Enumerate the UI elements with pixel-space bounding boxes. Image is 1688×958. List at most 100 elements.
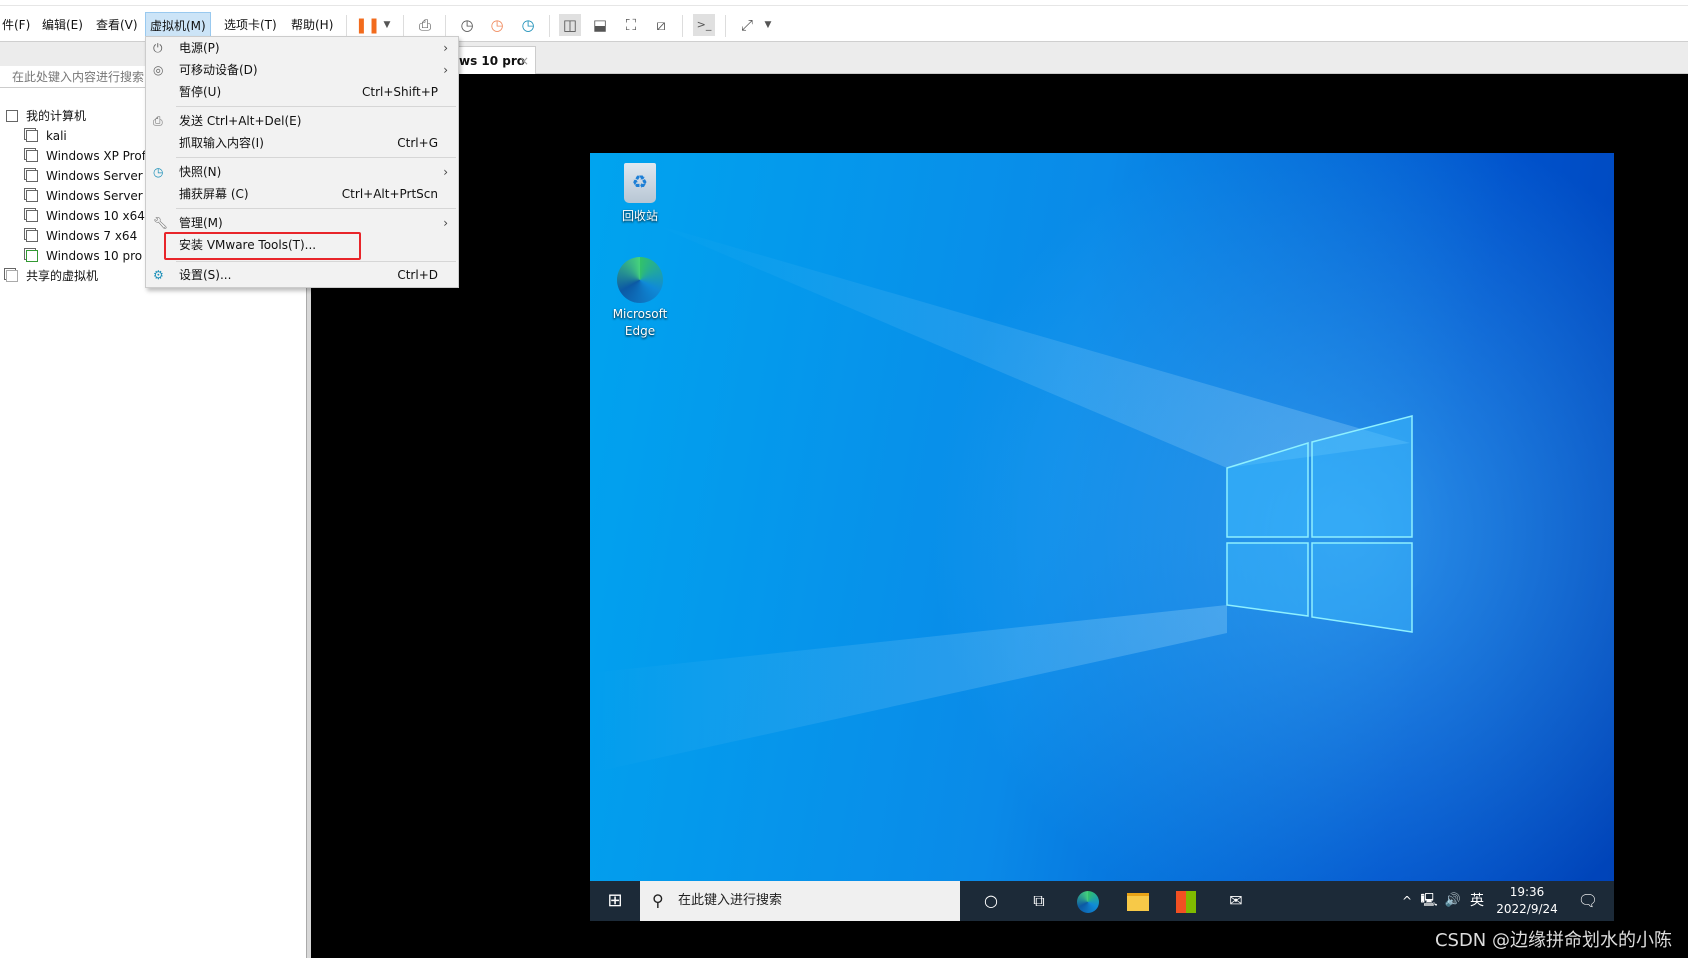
tree-label: 共享的虚拟机 xyxy=(26,269,99,283)
tree-my-computer[interactable]: 我的计算机 xyxy=(6,106,86,126)
menu-item-label: 暂停(U) xyxy=(179,85,222,99)
tree-shared-vms[interactable]: 共享的虚拟机 xyxy=(6,266,98,286)
menu-item-shortcut: Ctrl+Alt+PrtScn xyxy=(341,187,438,201)
stretch-icon[interactable]: ⤢ xyxy=(736,14,758,36)
tree-label: Windows Server 2 xyxy=(46,189,155,203)
tree-label: Windows Server 2 xyxy=(46,169,155,183)
action-center-icon[interactable]: 🗨 xyxy=(1570,881,1606,921)
menu-help[interactable]: 帮助(H) xyxy=(287,12,337,38)
menu-item-label: 电源(P) xyxy=(179,41,220,55)
settings-icon: ⚙ xyxy=(153,268,164,282)
vm-icon xyxy=(26,130,38,142)
shared-vm-icon xyxy=(6,270,18,282)
menu-item-label: 管理(M) xyxy=(179,216,223,230)
snapshot-icon: ◷ xyxy=(153,165,164,179)
dropdown-icon[interactable]: ▼ xyxy=(376,14,398,36)
desktop-icon-recycle-bin[interactable]: ♻ 回收站 xyxy=(602,163,678,224)
power-icon: ⏻ xyxy=(153,41,163,55)
cortana-icon[interactable]: ○ xyxy=(970,881,1012,921)
tree-vm-running[interactable]: Windows 10 pro xyxy=(26,246,142,266)
menu-item-manage[interactable]: 🔧︎ 管理(M) › xyxy=(146,212,458,234)
tree-vm[interactable]: Windows 10 x64 xyxy=(26,206,145,226)
windows-start-icon[interactable]: ⊞ xyxy=(590,881,640,921)
menu-item-pause[interactable]: 暂停(U) Ctrl+Shift+P xyxy=(146,81,458,103)
snapshot-icon[interactable]: ◷ xyxy=(456,14,478,36)
menu-file[interactable]: 件(F) xyxy=(0,12,34,38)
edge-taskbar-icon[interactable] xyxy=(1066,881,1110,921)
pause-icon[interactable]: ❚❚ xyxy=(355,14,380,36)
task-view-icon[interactable]: ⧉ xyxy=(1018,881,1060,921)
submenu-arrow-icon: › xyxy=(443,41,448,55)
clock-time: 19:36 xyxy=(1509,885,1545,899)
taskbar-search-input[interactable]: ⚲ 在此键入进行搜索 xyxy=(640,881,960,921)
vm-icon xyxy=(26,190,38,202)
console-icon[interactable]: >_ xyxy=(693,14,715,36)
vm-icon xyxy=(26,210,38,222)
menu-item-removable-devices[interactable]: ◎ 可移动设备(D) › xyxy=(146,59,458,81)
wallpaper xyxy=(590,153,1614,881)
clock-date: 2022/9/24 xyxy=(1496,902,1558,916)
wrench-icon: 🔧︎ xyxy=(153,216,169,230)
menu-item-power[interactable]: ⏻ 电源(P) › xyxy=(146,37,458,59)
highlight-box xyxy=(164,232,361,260)
snapshot-manager-icon[interactable]: ◷ xyxy=(517,14,539,36)
desktop-icon-edge[interactable]: Microsoft Edge xyxy=(602,257,678,340)
menu-item-label: 捕获屏幕 (C) xyxy=(179,187,249,201)
menu-item-send-ctrl-alt-del[interactable]: ⎙ 发送 Ctrl+Alt+Del(E) xyxy=(146,110,458,132)
network-icon[interactable]: 🖳 xyxy=(1418,881,1440,921)
tree-label: 我的计算机 xyxy=(26,109,87,123)
menu-view[interactable]: 查看(V) xyxy=(92,12,142,38)
removable-device-icon: ◎ xyxy=(153,63,164,77)
unity-icon[interactable]: ⧄ xyxy=(650,14,672,36)
menu-edit[interactable]: 编辑(E) xyxy=(38,12,87,38)
revert-snapshot-icon[interactable]: ◷ xyxy=(486,14,508,36)
tree-vm[interactable]: kali xyxy=(26,126,67,146)
menu-item-label: 可移动设备(D) xyxy=(179,63,258,77)
tab-windows-10-pro[interactable]: ws 10 pro × xyxy=(452,46,536,74)
tab-label: ws 10 pro xyxy=(459,54,526,68)
menu-item-label: 发送 Ctrl+Alt+Del(E) xyxy=(179,114,302,128)
clock[interactable]: 19:36 2022/9/24 xyxy=(1492,881,1562,921)
sidebar-view-icon[interactable]: ◫ xyxy=(559,14,581,36)
store-icon[interactable] xyxy=(1164,881,1208,921)
menu-item-label: 设置(S)... xyxy=(179,268,232,282)
ime-indicator[interactable]: 英 xyxy=(1466,881,1488,921)
dropdown-icon[interactable]: ▼ xyxy=(757,14,779,36)
menu-item-capture-screen[interactable]: 捕获屏幕 (C) Ctrl+Alt+PrtScn xyxy=(146,183,458,205)
guest-desktop[interactable]: ♻ 回收站 Microsoft Edge xyxy=(590,153,1614,881)
volume-icon[interactable]: 🔊 xyxy=(1442,881,1464,921)
vm-icon xyxy=(26,230,38,242)
tree-label: Windows 10 pro xyxy=(46,249,143,263)
desktop-icon-label: Microsoft Edge xyxy=(612,307,668,338)
submenu-arrow-icon: › xyxy=(443,216,448,230)
tree-vm[interactable]: Windows 7 x64 xyxy=(26,226,137,246)
menu-item-snapshot[interactable]: ◷ 快照(N) › xyxy=(146,161,458,183)
recycle-bin-icon: ♻ xyxy=(624,163,656,203)
computer-icon xyxy=(6,110,18,122)
tree-vm[interactable]: Windows Server 2 xyxy=(26,166,154,186)
search-placeholder: 在此键入进行搜索 xyxy=(678,893,783,908)
tray-chevron-icon[interactable]: ^ xyxy=(1398,881,1416,921)
watermark: CSDN @边缘拼命划水的小陈 xyxy=(1434,930,1672,951)
menu-item-settings[interactable]: ⚙ 设置(S)... Ctrl+D xyxy=(146,264,458,286)
close-icon[interactable]: × xyxy=(519,47,529,75)
tree-label: kali xyxy=(46,129,67,143)
tree-label: Windows 10 x64 xyxy=(46,209,145,223)
send-keys-icon: ⎙ xyxy=(153,114,163,128)
menu-item-shortcut: Ctrl+Shift+P xyxy=(362,85,438,99)
guest-taskbar: ⊞ ⚲ 在此键入进行搜索 ○ ⧉ ✉ ^ 🖳 🔊 英 19:36 2022/9/24… xyxy=(590,881,1614,921)
menu-item-grab-input[interactable]: 抓取输入内容(I) Ctrl+G xyxy=(146,132,458,154)
menu-vm[interactable]: 虚拟机(M) xyxy=(145,12,211,38)
vm-icon xyxy=(26,170,38,182)
tree-vm[interactable]: Windows XP Prof xyxy=(26,146,146,166)
tree-vm[interactable]: Windows Server 2 xyxy=(26,186,154,206)
thumbnail-view-icon[interactable]: ⬓ xyxy=(589,14,611,36)
send-ctrl-alt-del-icon[interactable]: ⎙ xyxy=(414,14,436,36)
file-explorer-icon[interactable] xyxy=(1116,881,1160,921)
submenu-arrow-icon: › xyxy=(443,165,448,179)
mail-icon[interactable]: ✉ xyxy=(1214,881,1258,921)
edge-icon xyxy=(617,257,663,303)
menu-tabs[interactable]: 选项卡(T) xyxy=(220,12,281,38)
menu-item-label: 抓取输入内容(I) xyxy=(179,136,264,150)
fullscreen-icon[interactable]: ⛶ xyxy=(620,14,642,36)
